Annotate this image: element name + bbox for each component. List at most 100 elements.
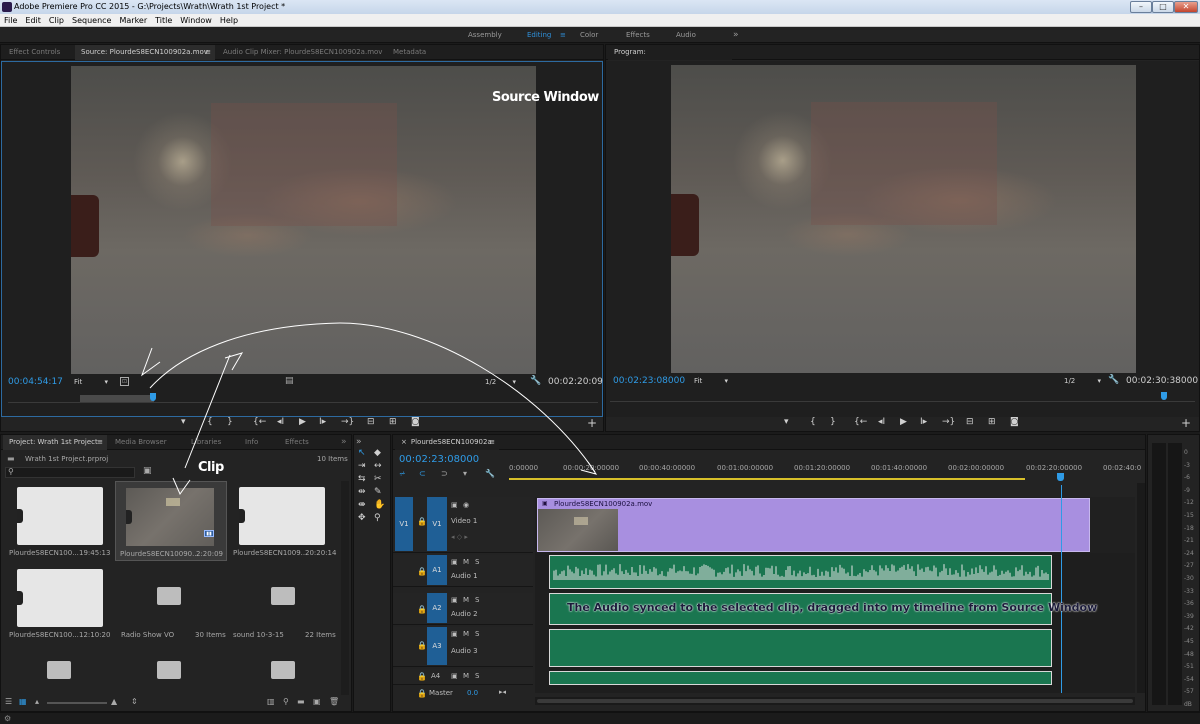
- linked-selection-icon[interactable]: ⊃: [441, 469, 448, 478]
- mark-in-icon[interactable]: {: [810, 417, 816, 427]
- menu-marker[interactable]: Marker: [115, 14, 151, 27]
- marker-icon[interactable]: ▾: [181, 417, 186, 427]
- new-bin-icon[interactable]: ▣: [143, 466, 152, 476]
- project-bin[interactable]: Radio Show VO 30 Items: [115, 563, 227, 643]
- selection-tool-icon[interactable]: ↖: [358, 447, 366, 460]
- add-button[interactable]: +: [1181, 416, 1191, 430]
- rate-stretch-tool-icon[interactable]: ⇆: [358, 473, 366, 486]
- timeline-horizontal-scrollbar[interactable]: [535, 697, 1135, 705]
- lock-icon[interactable]: 🔒: [417, 689, 427, 698]
- tab-effects[interactable]: Effects: [279, 435, 315, 450]
- track-target-a1[interactable]: A1: [427, 555, 447, 585]
- lift-icon[interactable]: ⊟: [966, 417, 974, 427]
- find-icon[interactable]: ⚲: [283, 697, 289, 706]
- source-time-ruler[interactable]: [8, 393, 598, 403]
- program-monitor[interactable]: 00:02:23:08000 Fit ▾ 1/2 ▾ 🔧 00:02:30:38…: [606, 61, 1199, 417]
- workspace-editing[interactable]: Editing: [527, 27, 551, 43]
- project-item-selected[interactable]: ▮▮ PlourdeS8ECN10090... 2:20:09: [115, 481, 227, 561]
- step-back-icon[interactable]: ◂I: [277, 417, 284, 427]
- tab-media-browser[interactable]: Media Browser: [109, 435, 173, 450]
- go-to-end-icon[interactable]: ▸◂: [499, 688, 506, 696]
- lock-icon[interactable]: 🔒: [417, 672, 427, 681]
- solo-button[interactable]: S: [475, 630, 479, 638]
- step-forward-icon[interactable]: I▸: [920, 417, 927, 427]
- workspace-assembly[interactable]: Assembly: [468, 27, 502, 43]
- workspace-audio[interactable]: Audio: [676, 27, 696, 43]
- project-bin[interactable]: [5, 645, 113, 695]
- panel-menu-icon[interactable]: ≡: [97, 435, 103, 450]
- drag-video-icon[interactable]: ⊡: [120, 377, 129, 386]
- source-current-time[interactable]: 00:04:54:17: [8, 377, 63, 387]
- timeline-playhead-handle[interactable]: [1057, 473, 1064, 481]
- hand-tool-icon[interactable]: ✋: [374, 499, 385, 512]
- project-bin[interactable]: sound 10-3-15 22 Items: [229, 563, 339, 643]
- play-icon[interactable]: ▶: [299, 417, 306, 427]
- program-zoom-dropdown[interactable]: Fit ▾: [694, 377, 728, 385]
- project-bin[interactable]: [115, 645, 227, 695]
- program-current-time[interactable]: 00:02:23:08000: [613, 376, 685, 386]
- marker-icon[interactable]: ▾: [784, 417, 789, 427]
- go-to-out-icon[interactable]: →}: [341, 417, 354, 427]
- mute-button[interactable]: M: [463, 630, 469, 638]
- list-view-icon[interactable]: ☰: [5, 697, 12, 706]
- new-item-icon[interactable]: ▣: [313, 697, 321, 706]
- lock-icon[interactable]: 🔒: [417, 567, 427, 576]
- pen-tool-icon[interactable]: ✎: [374, 486, 382, 499]
- solo-button[interactable]: S: [475, 672, 479, 680]
- close-button[interactable]: ✕: [1174, 1, 1198, 13]
- project-item[interactable]: PlourdeS8ECN1009... 20:20:14: [229, 481, 339, 561]
- lock-icon[interactable]: 🔒: [417, 605, 427, 614]
- icon-view-icon[interactable]: ▦: [19, 697, 27, 706]
- lock-icon[interactable]: 🔒: [417, 641, 427, 650]
- tab-sequence[interactable]: × PlourdeS8ECN100902a ≡: [395, 435, 499, 450]
- mark-in-icon[interactable]: {: [207, 417, 213, 427]
- project-item[interactable]: PlourdeS8ECN100... 19:45:13: [5, 481, 113, 561]
- project-scrollbar[interactable]: [341, 481, 349, 695]
- add-button[interactable]: +: [587, 416, 597, 430]
- video-clip[interactable]: ▣ PlourdeS8ECN100902a.mov: [537, 498, 1090, 552]
- step-back-icon[interactable]: ◂I: [878, 417, 885, 427]
- panel-menu-icon[interactable]: ≡: [205, 45, 211, 60]
- tab-effect-controls[interactable]: Effect Controls: [3, 45, 66, 60]
- workspace-menu-icon[interactable]: ≡: [560, 27, 566, 43]
- audio-clip-a4[interactable]: [549, 671, 1052, 685]
- track-select-tool-icon[interactable]: ◆: [374, 447, 381, 460]
- overwrite-icon[interactable]: ⊞: [389, 417, 397, 427]
- lock-icon[interactable]: 🔒: [417, 517, 427, 526]
- tab-metadata[interactable]: Metadata: [387, 45, 432, 60]
- new-bin-icon[interactable]: ▬: [297, 697, 305, 706]
- source-monitor[interactable]: Source Window 00:04:54:17 Fit ▾ ⊡ ▤ 1/2 …: [1, 61, 603, 417]
- trash-icon[interactable]: 🗑: [329, 697, 339, 706]
- keyframe-nav-icon[interactable]: ◂ ◇ ▸: [451, 533, 468, 541]
- panel-overflow-button[interactable]: »: [356, 437, 362, 447]
- insert-icon[interactable]: ⊟: [367, 417, 375, 427]
- tab-info[interactable]: Info: [239, 435, 264, 450]
- sync-lock-icon[interactable]: ▣: [451, 558, 458, 566]
- tab-program[interactable]: Program: PlourdeS8ECN100902a≡: [608, 45, 732, 71]
- program-playhead[interactable]: [1161, 392, 1167, 400]
- minimize-button[interactable]: –: [1130, 1, 1152, 13]
- sync-lock-icon[interactable]: ▣: [451, 501, 458, 509]
- extract-icon[interactable]: ⊞: [988, 417, 996, 427]
- play-icon[interactable]: ▶: [900, 417, 907, 427]
- mute-button[interactable]: M: [463, 596, 469, 604]
- zoom-slider[interactable]: [47, 702, 107, 704]
- eye-icon[interactable]: ◉: [463, 501, 469, 509]
- panel-overflow-button[interactable]: »: [335, 435, 353, 450]
- wrench-icon[interactable]: 🔧: [485, 469, 495, 478]
- timeline-ruler[interactable]: 0:00000 00:00:20:00000 00:00:40:00000 00…: [509, 461, 1143, 483]
- track-target-v1[interactable]: V1: [427, 497, 447, 551]
- add-marker-icon[interactable]: ▾: [463, 469, 467, 478]
- ripple-edit-tool-icon[interactable]: ⇥: [358, 460, 366, 473]
- snap-icon[interactable]: ⊂: [419, 469, 426, 478]
- track-target-a3[interactable]: A3: [427, 627, 447, 665]
- audio-clip-a1[interactable]: [549, 555, 1052, 589]
- step-forward-icon[interactable]: I▸: [319, 417, 326, 427]
- source-zoom-dropdown[interactable]: Fit ▾: [74, 378, 108, 386]
- work-area-bar[interactable]: [509, 478, 1025, 480]
- solo-button[interactable]: S: [475, 596, 479, 604]
- mute-button[interactable]: M: [463, 672, 469, 680]
- camera-icon[interactable]: ◙: [1010, 417, 1019, 427]
- zoom-tool-icon[interactable]: ⚲: [374, 512, 381, 525]
- slip-tool-icon[interactable]: ⇹: [358, 486, 366, 499]
